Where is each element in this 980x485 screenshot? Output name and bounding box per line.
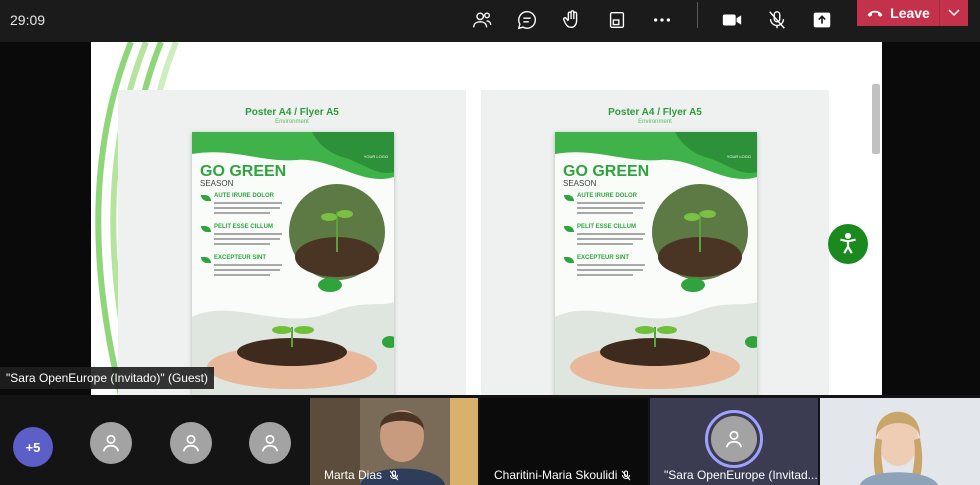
- share-screen-button[interactable]: [805, 3, 839, 37]
- toolbar-divider: [697, 2, 698, 28]
- chat-icon: [517, 11, 536, 30]
- avatar[interactable]: [170, 422, 212, 464]
- speaking-ring: [705, 410, 763, 468]
- raise-hand-button[interactable]: [555, 3, 589, 37]
- mic-button[interactable]: [760, 3, 794, 37]
- call-timer: 29:09: [10, 12, 46, 28]
- meeting-toolbar: 29:09 Leave: [0, 0, 980, 42]
- participant-name: Charitini-Maria Skoulidi: [494, 468, 618, 482]
- poster-preview: YOUR LOGO GO GREEN SEASON AUTE IRURE DOL…: [192, 132, 394, 395]
- card-subtitle: Environment: [275, 119, 309, 125]
- accessibility-icon: [840, 232, 856, 254]
- chevron-down-icon: [948, 9, 960, 17]
- participant-tile[interactable]: Charitini-Maria Skoulidi: [480, 398, 648, 485]
- person-icon: [261, 434, 279, 452]
- poster-section-heading: PELIT ESSE CILLUM: [577, 224, 637, 230]
- person-icon: [725, 430, 743, 448]
- more-icon: [653, 18, 671, 22]
- person-icon: [102, 434, 120, 452]
- people-icon: [473, 12, 492, 28]
- camera-button[interactable]: [715, 3, 749, 37]
- poster-logo: YOUR LOGO: [363, 154, 388, 159]
- participant-name: Marta Dias: [324, 468, 383, 482]
- poster-section-heading: EXCEPTEUR SINT: [577, 255, 630, 261]
- more-actions-button[interactable]: [645, 3, 679, 37]
- participant-name: "Sara OpenEurope (Invitad...: [664, 468, 818, 482]
- more-participants-button[interactable]: +5: [13, 427, 53, 467]
- avatar: [711, 416, 757, 462]
- phone-hangup-icon: [867, 10, 883, 17]
- participant-tile[interactable]: "Sara OpenEurope (Invitad...: [650, 398, 818, 485]
- poster-logo: YOUR LOGO: [726, 154, 751, 159]
- avatar[interactable]: [249, 422, 291, 464]
- video-feed: [820, 398, 980, 485]
- raise-hand-icon: [563, 10, 578, 29]
- mic-off-icon: [621, 470, 631, 481]
- person-icon: [182, 434, 200, 452]
- template-card[interactable]: Poster A4 / Flyer A5 Environment YOUR LO…: [481, 90, 829, 395]
- card-title: Poster A4 / Flyer A5: [608, 107, 702, 118]
- template-card[interactable]: Poster A4 / Flyer A5 Environment YOUR LO…: [118, 90, 466, 395]
- poster-section-heading: PELIT ESSE CILLUM: [214, 224, 274, 230]
- poster-preview: YOUR LOGO GO GREEN SEASON AUTE IRURE DOL…: [555, 132, 757, 395]
- poster-section-heading: AUTE IRURE DOLOR: [214, 193, 274, 199]
- people-button[interactable]: [465, 3, 499, 37]
- share-tray-button[interactable]: [600, 3, 634, 37]
- mic-off-icon: [389, 470, 399, 481]
- poster-season: SEASON: [200, 179, 234, 188]
- presenter-label: "Sara OpenEurope (Invitado)" (Guest): [0, 367, 214, 389]
- card-title: Poster A4 / Flyer A5: [245, 107, 339, 118]
- card-subtitle: Environment: [638, 119, 672, 125]
- meeting-stage: 29:09 Leave Poster A4 / Flyer A5 Environ…: [0, 0, 980, 485]
- share-screen-icon: [813, 12, 831, 28]
- participant-tile[interactable]: Marta Dias: [310, 398, 478, 485]
- mic-off-icon: [769, 11, 785, 29]
- participant-tile[interactable]: [820, 398, 980, 485]
- poster-section-heading: AUTE IRURE DOLOR: [577, 193, 637, 199]
- poster-season: SEASON: [563, 179, 597, 188]
- share-tray-icon: [609, 11, 625, 29]
- chat-button[interactable]: [510, 3, 544, 37]
- leave-button[interactable]: Leave: [857, 0, 939, 26]
- shared-page-scrollbar[interactable]: [872, 84, 880, 154]
- avatar[interactable]: [90, 422, 132, 464]
- camera-icon: [722, 14, 742, 26]
- leave-options-button[interactable]: [939, 0, 968, 26]
- accessibility-button[interactable]: [828, 224, 868, 264]
- shared-screen: Poster A4 / Flyer A5 Environment YOUR LO…: [91, 42, 882, 395]
- poster-section-heading: EXCEPTEUR SINT: [214, 255, 267, 261]
- leave-label: Leave: [890, 5, 930, 21]
